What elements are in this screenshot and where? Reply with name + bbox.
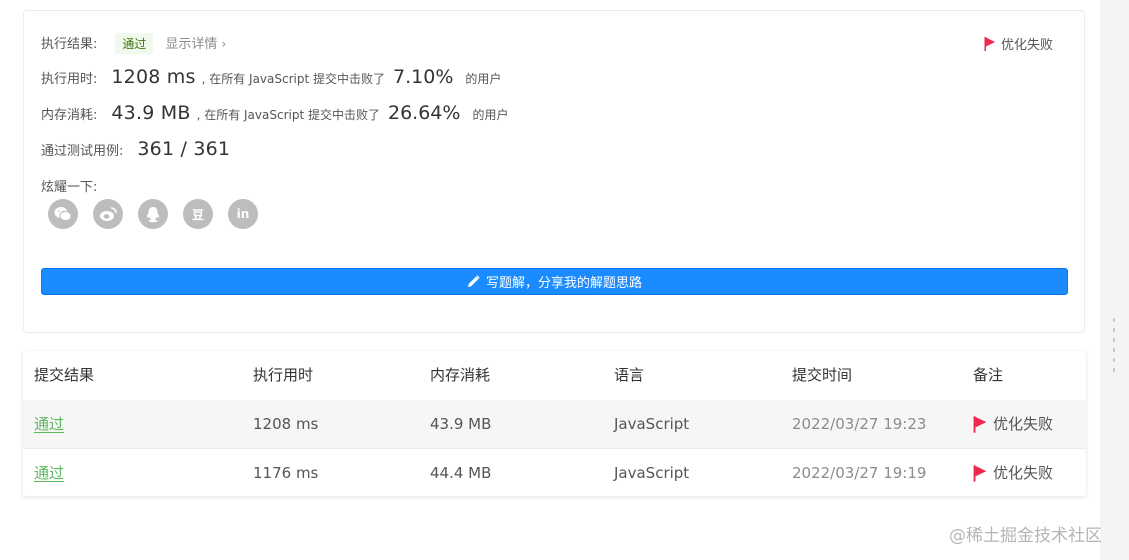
memory-suffix: 的用户 — [472, 108, 509, 122]
scroll-grip[interactable] — [1113, 318, 1116, 372]
memory-row: 内存消耗: 43.9 MB , 在所有 JavaScript 提交中击败了 26… — [41, 102, 508, 124]
header-time[interactable]: 提交时间 — [792, 351, 852, 399]
header-memory[interactable]: 内存消耗 — [430, 351, 490, 399]
row-time: 2022/03/27 19:23 — [792, 415, 927, 433]
memory-label: 内存消耗: — [41, 108, 98, 123]
runtime-label: 执行用时: — [41, 72, 98, 87]
linkedin-icon[interactable]: in — [228, 199, 258, 229]
memory-percent: 26.64% — [388, 102, 461, 124]
runtime-mid-text: , 在所有 JavaScript 提交中击败了 — [201, 72, 386, 86]
flag-icon — [984, 36, 995, 51]
row-time: 2022/03/27 19:19 — [792, 464, 927, 482]
testcases-value: 361 / 361 — [137, 138, 231, 160]
result-row: 执行结果: 通过 显示详情 › — [41, 33, 226, 54]
runtime-percent: 7.10% — [393, 66, 454, 88]
result-label: 执行结果: — [41, 37, 98, 52]
douban-icon[interactable]: 豆 — [183, 199, 213, 229]
table-header: 提交结果 执行用时 内存消耗 语言 提交时间 备注 — [23, 351, 1086, 399]
row-language: JavaScript — [614, 464, 690, 482]
row-status-link[interactable]: 通过 — [34, 400, 64, 448]
row-runtime: 1176 ms — [253, 464, 319, 482]
share-row: 炫耀一下: — [41, 176, 97, 195]
share-icons: 豆 in — [48, 199, 258, 229]
testcases-row: 通过测试用例: 361 / 361 — [41, 138, 230, 160]
flag-icon — [973, 464, 987, 482]
row-note[interactable]: 优化失败 — [973, 449, 1053, 497]
runtime-suffix: 的用户 — [465, 72, 502, 86]
result-card: 执行结果: 通过 显示详情 › 优化失败 执行用时: 1208 ms , 在所有 … — [23, 10, 1085, 333]
row-status-link[interactable]: 通过 — [34, 449, 64, 497]
header-note: 备注 — [973, 366, 1004, 384]
row-memory: 43.9 MB — [430, 415, 492, 433]
row-language: JavaScript — [614, 415, 690, 433]
row-note-label: 优化失败 — [993, 464, 1054, 482]
runtime-value: 1208 ms — [111, 66, 196, 88]
show-details-link[interactable]: 显示详情 › — [165, 33, 226, 52]
optimize-failed-top[interactable]: 优化失败 — [984, 34, 1053, 53]
row-runtime: 1208 ms — [253, 415, 319, 433]
row-memory: 44.4 MB — [430, 464, 492, 482]
write-solution-label: 写题解，分享我的解题思路 — [485, 276, 642, 291]
table-row[interactable]: 通过 1176 ms 44.4 MB JavaScript 2022/03/27… — [23, 448, 1086, 497]
share-label: 炫耀一下: — [41, 180, 98, 195]
header-runtime[interactable]: 执行用时 — [253, 351, 313, 399]
watermark: @稀土掘金技术社区 — [949, 526, 1102, 546]
qq-icon[interactable] — [138, 199, 168, 229]
row-note-label: 优化失败 — [993, 415, 1054, 433]
runtime-row: 执行用时: 1208 ms , 在所有 JavaScript 提交中击败了 7.… — [41, 66, 501, 88]
table-row[interactable]: 通过 1208 ms 43.9 MB JavaScript 2022/03/27… — [23, 400, 1086, 448]
submissions-table: 提交结果 执行用时 内存消耗 语言 提交时间 备注 通过 1208 ms 43.… — [23, 351, 1086, 496]
row-note[interactable]: 优化失败 — [973, 400, 1053, 448]
testcases-label: 通过测试用例: — [41, 144, 124, 159]
flag-icon — [973, 415, 987, 433]
show-details-label: 显示详情 — [165, 37, 218, 52]
right-scroll-strip[interactable] — [1100, 0, 1129, 560]
optimize-failed-label: 优化失败 — [1001, 38, 1054, 53]
weibo-icon[interactable] — [93, 199, 123, 229]
header-status[interactable]: 提交结果 — [34, 351, 94, 399]
memory-value: 43.9 MB — [111, 102, 191, 124]
wechat-icon[interactable] — [48, 199, 78, 229]
pencil-icon — [467, 275, 480, 287]
memory-mid-text: , 在所有 JavaScript 提交中击败了 — [196, 108, 380, 122]
chevron-right-icon: › — [221, 37, 227, 51]
status-badge: 通过 — [115, 33, 154, 54]
header-language[interactable]: 语言 — [614, 351, 644, 399]
write-solution-button[interactable]: 写题解，分享我的解题思路 — [41, 268, 1068, 295]
